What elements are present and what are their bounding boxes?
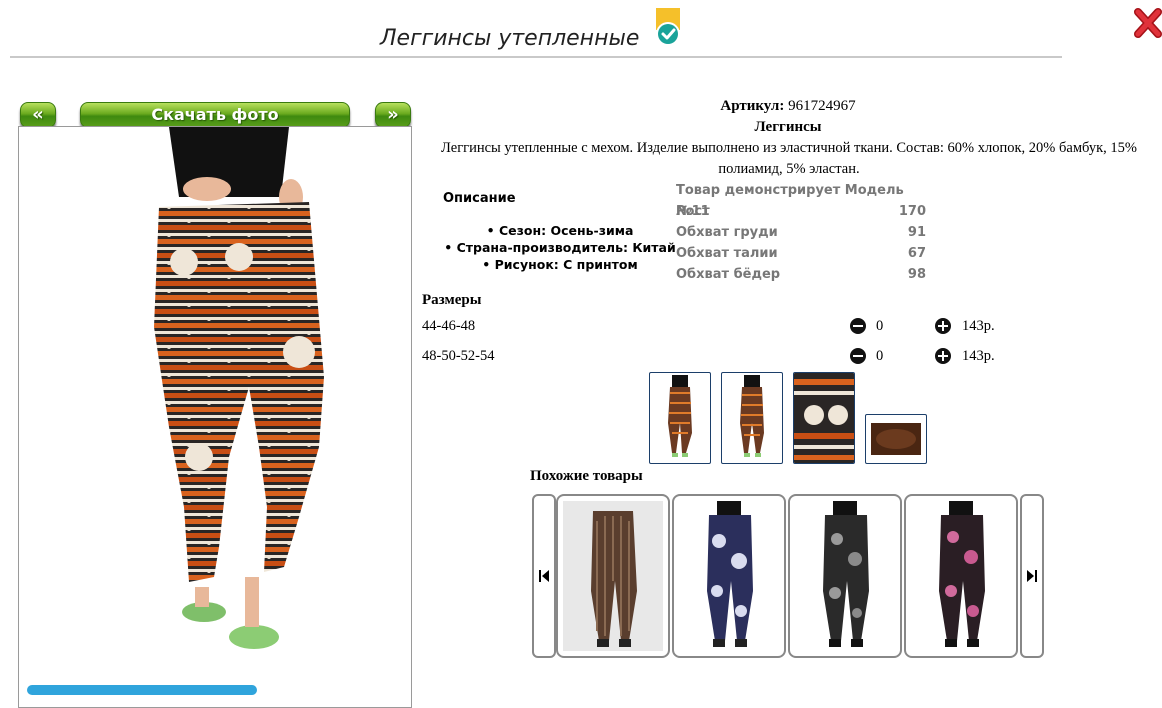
similar-product-image [795,501,895,651]
photo-thumbnail[interactable] [649,372,711,464]
similar-product-card[interactable] [556,494,670,658]
model-row: Обхват талии 67 [676,243,928,264]
sizes-heading: Размеры [422,292,482,308]
similar-heading: Похожие товары [530,468,643,484]
photo-thumbnail[interactable] [793,372,855,464]
size-label: 48-50-52-54 [422,348,495,364]
similar-product-card[interactable] [788,494,902,658]
product-description: Леггинсы утепленные с мехом. Изделие вып… [441,140,1137,177]
attribute-item: Страна-производитель: Китай [430,239,690,256]
thumbnail-image [794,373,854,463]
carousel-prev-button[interactable] [532,494,556,658]
thumbnail-image [740,375,764,457]
header: Леггинсы утепленные [0,0,1162,60]
size-label: 44-46-48 [422,318,476,334]
similar-product-card[interactable] [672,494,786,658]
close-icon[interactable] [1133,8,1162,40]
similar-product-image [679,501,779,651]
minus-icon[interactable] [850,318,866,334]
similar-product-card[interactable] [904,494,1018,658]
model-row-label: Рост [676,204,710,219]
price-value: 143р. [962,318,995,334]
model-row-value: 98 [907,267,926,282]
prev-photo-button[interactable]: « [20,102,56,128]
thumbnail-image [871,423,921,455]
photo-thumbnail[interactable] [865,414,927,464]
model-row-value: 170 [898,204,926,219]
size-row: 48-50-52-54 0 143р. [422,346,1062,368]
model-measurements: Товар демонстрирует Модель №11 Рост 170 О… [676,180,928,285]
model-row-label: Обхват талии [676,246,778,261]
price-value: 143р. [962,348,995,364]
size-row: 44-46-48 0 143р. [422,316,1062,338]
page-title: Леггинсы утепленные [380,26,640,51]
plus-icon[interactable] [935,348,951,364]
minus-icon[interactable] [850,348,866,364]
carousel-next-button[interactable] [1020,494,1044,658]
attribute-item: Рисунок: С принтом [430,256,690,273]
thumbnail-image [668,375,692,457]
photo-scrollbar[interactable] [27,685,257,695]
model-row: Рост 170 [676,201,928,222]
photo-thumbnail[interactable] [721,372,783,464]
model-title: Товар демонстрирует Модель №11 [676,183,904,219]
article-line: Артикул: 961724967 [700,98,876,115]
main-product-photo[interactable] [18,126,412,708]
article-label: Артикул: [720,98,785,114]
quantity-value: 0 [876,318,884,334]
model-row-label: Обхват бёдер [676,267,781,282]
next-photo-button[interactable]: » [375,102,411,128]
description-heading: Описание [443,191,516,206]
leggings-photo-illustration [154,127,324,649]
title-divider [10,56,1062,58]
model-row-label: Обхват груди [676,225,778,240]
plus-icon[interactable] [935,318,951,334]
download-photo-button[interactable]: Скачать фото [80,102,350,128]
model-row: Обхват груди 91 [676,222,928,243]
product-type: Леггинсы [754,119,822,135]
article-value: 961724967 [788,98,856,114]
verified-badge-icon [656,8,680,46]
model-row-value: 67 [907,246,926,261]
model-row-value: 91 [907,225,926,240]
attribute-item: Сезон: Осень-зима [430,222,690,239]
similar-product-image [911,501,1011,651]
quantity-value: 0 [876,348,884,364]
first-arrow-icon [539,570,549,582]
attribute-list: Сезон: Осень-зима Страна-производитель: … [430,222,690,273]
model-row: Обхват бёдер 98 [676,264,928,285]
last-arrow-icon [1027,570,1037,582]
similar-product-image [563,501,663,651]
